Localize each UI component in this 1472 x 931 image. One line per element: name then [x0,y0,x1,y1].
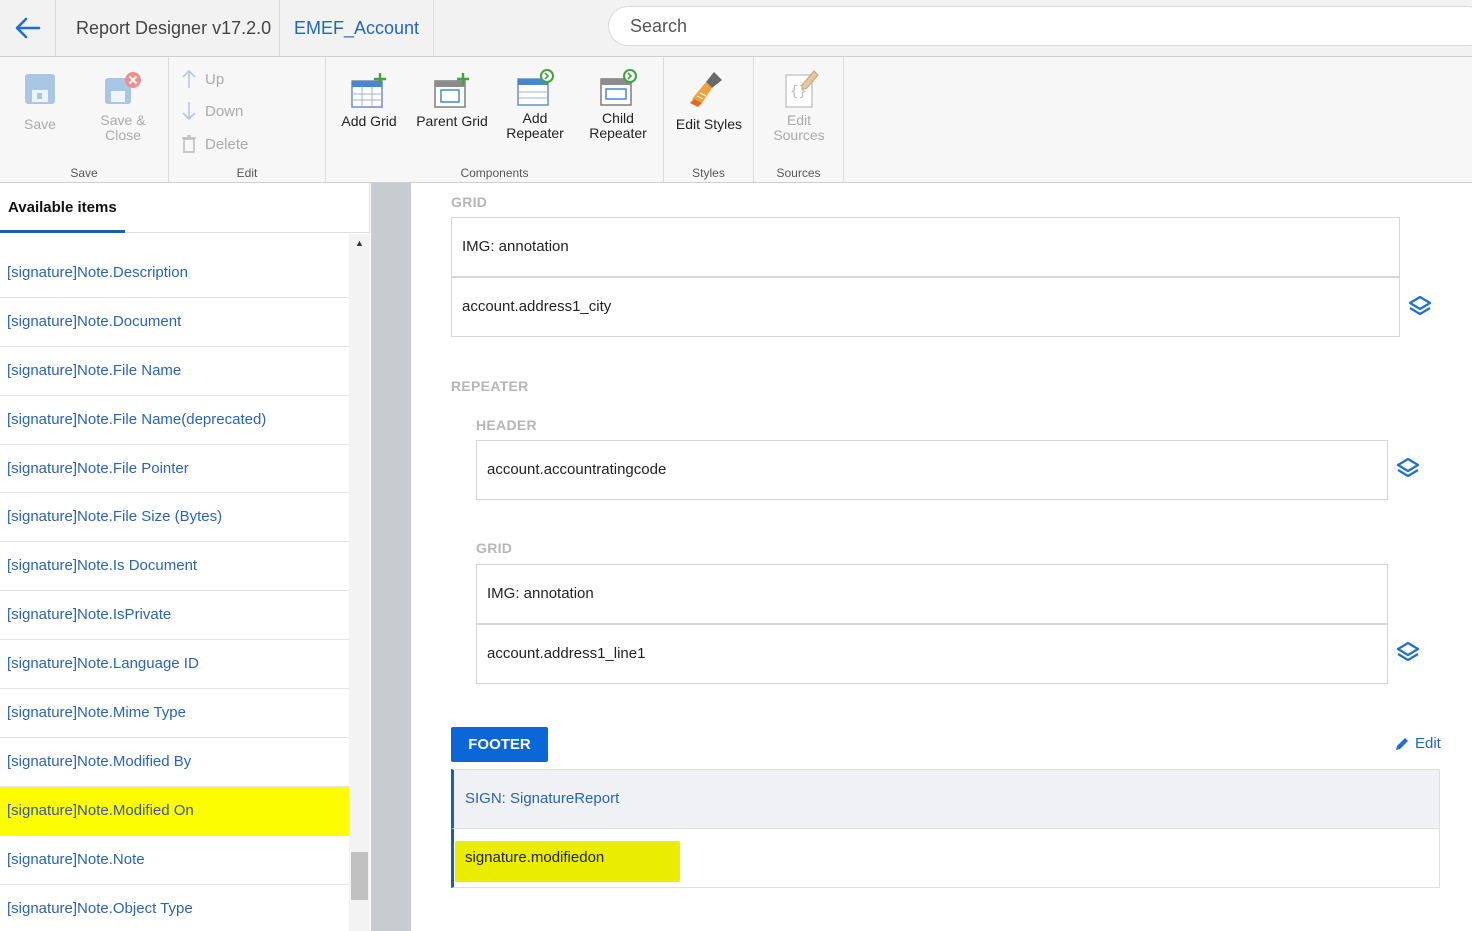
grid-row[interactable]: IMG: annotation [451,217,1400,277]
list-item[interactable]: [signature]Note.File Name(deprecated) [0,396,349,445]
ribbon-group-save: Save Save & Close Save [0,57,169,182]
pencil-icon [1396,737,1408,750]
edit-link-label: Edit [1415,735,1441,752]
layers-icon[interactable] [1395,640,1421,666]
arrow-up-icon [182,69,196,88]
scrollbar-thumb[interactable] [351,852,368,900]
arrow-left-icon [15,17,40,39]
report-layout-canvas: GRID IMG: annotation account.address1_ci… [411,183,1472,931]
layers-icon[interactable] [1395,456,1421,482]
layers-icon[interactable] [1407,294,1433,320]
header-section-label: HEADER [476,417,537,433]
list-item[interactable]: [signature]Note.Description [0,249,349,298]
ribbon-group-styles: Edit Styles Styles [664,57,754,182]
ribbon-group-styles-label: Styles [692,166,725,180]
edit-sources-button[interactable]: {} Edit Sources [762,69,836,143]
trash-icon [182,135,196,153]
child-repeater-icon [600,69,637,106]
code-edit-icon: {} [785,70,819,108]
inner-grid-row[interactable]: account.address1_line1 [476,624,1388,684]
list-item[interactable]: [signature]Note.Is Document [0,542,349,592]
list-item[interactable]: [signature]Note.Language ID [0,640,349,690]
grid-add-icon [351,73,386,108]
repeater-section-label: REPEATER [451,378,529,394]
list-item[interactable]: [signature]Note.File Size (Bytes) [0,493,349,543]
top-bar: Report Designer v17.2.0 EMEF_Account [0,0,1472,57]
move-up-button[interactable]: Up [181,69,224,89]
save-and-close-button[interactable]: Save & Close [88,71,158,143]
inner-grid-row[interactable]: IMG: annotation [476,564,1388,624]
footer-row[interactable]: SIGN: SignatureReport [451,769,1440,829]
child-repeater-button[interactable]: Child Repeater [580,69,656,141]
inner-grid-section-label: GRID [476,540,513,556]
entity-tab[interactable]: EMEF_Account [280,0,434,56]
repeater-add-icon [517,69,554,106]
edit-footer-link[interactable]: Edit [1394,735,1441,752]
app-title: Report Designer v17.2.0 [56,0,280,56]
search-input[interactable] [608,6,1472,46]
list-item[interactable]: [signature]Note.Note [0,836,349,885]
header-row[interactable]: account.accountratingcode [476,440,1388,500]
sidebar-header: Available items [0,183,370,233]
ribbon-group-sources-label: Sources [776,166,821,180]
list-item[interactable]: [signature]Note.File Name [0,347,349,396]
list-item[interactable]: [signature]Note.Document [0,298,349,347]
edit-styles-button[interactable]: Edit Styles [668,69,750,132]
footer-button[interactable]: FOOTER [451,727,548,762]
list-item[interactable]: [signature]Note.IsPrivate [0,591,349,641]
list-item[interactable]: [signature]Note.Mime Type [0,689,349,738]
panel-splitter[interactable] [371,183,411,931]
move-down-button[interactable]: Down [181,101,243,121]
scroll-up-arrow-icon[interactable]: ▲ [349,234,370,252]
save-button[interactable]: Save [10,71,70,132]
parent-grid-icon [434,73,469,108]
ribbon-group-components-label: Components [460,166,529,180]
sidebar-scrollbar[interactable]: ▲ [349,234,370,931]
paint-brush-icon [690,72,722,107]
add-grid-button[interactable]: Add Grid [334,71,404,129]
parent-grid-button[interactable]: Parent Grid [412,71,492,129]
report-designer-app: Report Designer v17.2.0 EMEF_Account Sav… [0,0,1472,931]
delete-button[interactable]: Delete [181,134,248,154]
back-button[interactable] [0,0,56,56]
floppy-disk-close-icon [105,72,141,104]
grid-section-label: GRID [451,194,488,210]
grid-row[interactable]: account.address1_city [451,277,1400,337]
list-item[interactable]: [signature]Note.Object Type [0,885,349,931]
list-item-highlighted[interactable]: [signature]Note.Modified On [0,786,349,836]
add-repeater-button[interactable]: Add Repeater [498,69,572,141]
footer-row-highlighted[interactable]: signature.modifiedon [451,828,1440,888]
ribbon-group-save-label: Save [70,166,98,180]
floppy-disk-icon [25,74,55,104]
available-items-list: [signature]Note.Description [signature]N… [0,249,349,931]
list-item[interactable]: [signature]Note.File Pointer [0,445,349,494]
ribbon-group-components: Add Grid Parent Grid Add Repeater Child … [326,57,664,182]
ribbon-group-sources: {} Edit Sources Sources [754,57,844,182]
list-item[interactable]: [signature]Note.Modified By [0,738,349,787]
ribbon-toolbar: Save Save & Close Save Up Down Delete Ed… [0,57,1472,183]
ribbon-group-edit-label: Edit [236,166,258,180]
tab-available-items[interactable]: Available items [0,183,125,233]
ribbon-group-edit: Up Down Delete Edit [169,57,326,182]
arrow-down-icon [182,102,196,121]
available-items-panel: Available items [signature]Note.Descript… [0,183,370,931]
